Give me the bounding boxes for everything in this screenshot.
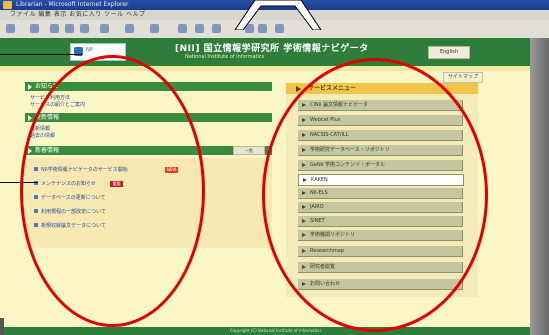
browser-menu-items[interactable]: ファイル 編集 表示 お気に入り ツール ヘルプ [10,10,146,20]
forward-icon[interactable] [30,24,39,33]
browser-app-icon [3,1,12,9]
print-icon[interactable] [195,24,204,33]
slide-shadow-edge [530,38,549,335]
site-subtitle: National Institute of Informatics [185,54,265,60]
slide-corner [0,318,4,335]
language-button[interactable]: English [428,46,470,59]
section-arrow-icon [28,115,32,121]
back-icon[interactable] [6,24,15,33]
section-arrow-icon [28,84,32,90]
mail-icon[interactable] [178,24,187,33]
browser-title: Librarian - Microsoft Internet Explorer [16,1,129,8]
copyright-text: Copyright (C) National Institute of Info… [230,328,322,333]
history-icon[interactable] [150,24,159,33]
site-footer: Copyright (C) National Institute of Info… [0,327,549,335]
sitemap-button[interactable]: サイトマップ [443,72,483,83]
site-title: [NII] 国立情報学研究所 学術情報ナビゲータ [175,44,369,54]
edit-icon[interactable] [212,24,221,33]
favorites-icon[interactable] [125,24,134,33]
callout-chevron-icon [234,0,322,30]
search-icon[interactable] [100,24,109,33]
annotation-circle-right [262,58,488,332]
callout-line [0,54,82,55]
stop-icon[interactable] [50,24,59,33]
refresh-icon[interactable] [65,24,74,33]
news-more-button[interactable]: 一覧 [233,146,265,155]
home-icon[interactable] [80,24,89,33]
annotation-circle-left [20,55,205,327]
logo-text: NII [86,47,93,53]
